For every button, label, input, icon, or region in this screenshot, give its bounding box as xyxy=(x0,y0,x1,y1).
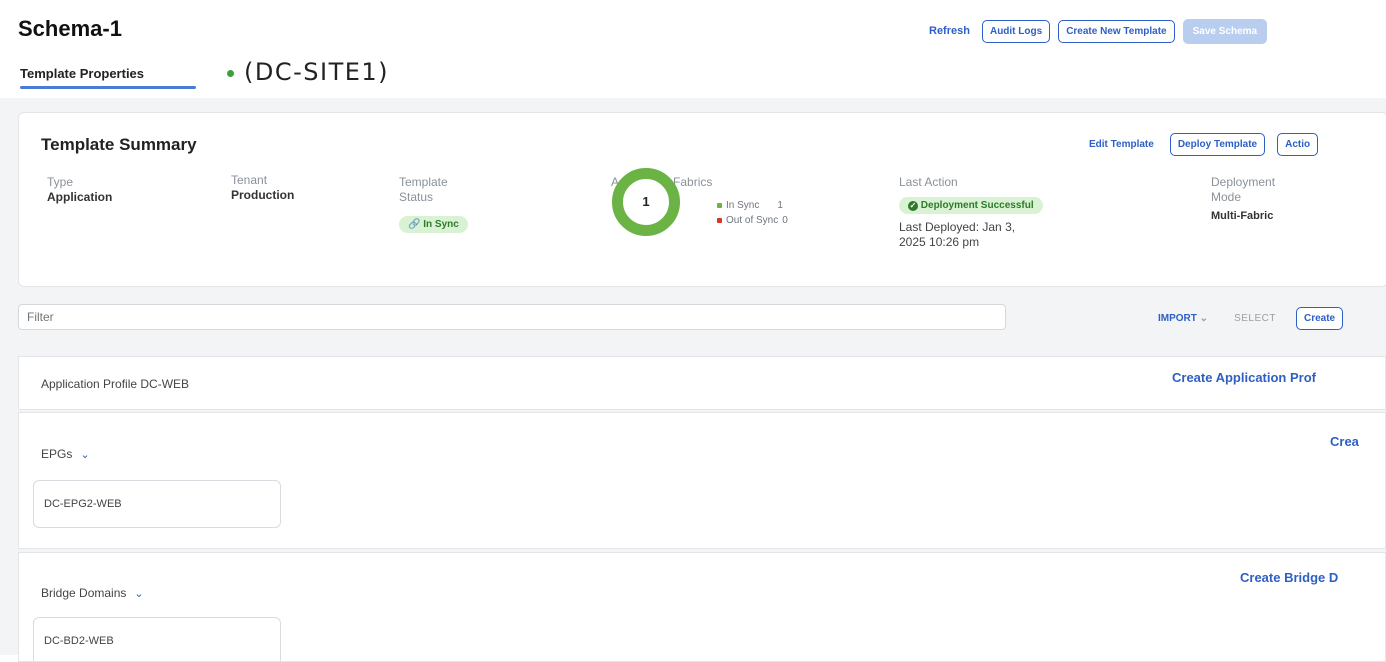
tenant-field: Tenant Production xyxy=(231,173,294,203)
summary-title: Template Summary xyxy=(41,135,197,154)
type-field: Type Application xyxy=(47,175,112,205)
last-action-label: Last Action xyxy=(899,175,958,189)
filter-actions: IMPORT ⌄ SELECT Create xyxy=(1152,304,1344,332)
deploy-mode-value: Multi-Fabric xyxy=(1211,210,1274,222)
header-actions: Refresh Audit Logs Create New Template S… xyxy=(925,18,1268,44)
save-schema-button[interactable]: Save Schema xyxy=(1182,18,1268,44)
legend-out-of-sync: Out of Sync 0 xyxy=(717,215,788,226)
page-title: Schema-1 xyxy=(18,16,122,41)
audit-logs-button[interactable]: Audit Logs xyxy=(981,19,1051,43)
tenant-label: Tenant xyxy=(231,173,268,187)
epgs-section: EPGs ⌄ Crea DC-EPG2-WEB xyxy=(18,412,1386,549)
template-status-field: Template Status 🔗 In Sync xyxy=(399,175,468,233)
chevron-down-icon: ⌄ xyxy=(134,588,144,600)
legend-in-sync: In Sync 1 xyxy=(717,200,788,211)
status-label-line2: Status xyxy=(399,190,434,204)
status-badge: 🔗 In Sync xyxy=(399,216,468,233)
bridge-domains-section: Bridge Domains ⌄ Create Bridge D DC-BD2-W… xyxy=(18,552,1386,662)
out-of-sync-value: 0 xyxy=(782,215,788,226)
tab-template-properties[interactable]: Template Properties xyxy=(20,66,144,81)
in-sync-dot xyxy=(717,203,722,208)
epg-card[interactable]: DC-EPG2-WEB xyxy=(33,480,281,528)
create-epg-link[interactable]: Crea xyxy=(1330,434,1359,449)
check-circle-icon: ✓ xyxy=(908,201,918,211)
site-label: (DC-SITE1) xyxy=(244,58,390,86)
type-value: Application xyxy=(47,190,113,204)
site-status-dot xyxy=(227,70,234,77)
create-button[interactable]: Create xyxy=(1295,306,1344,330)
template-summary-card: Template Summary Edit Template Deploy Te… xyxy=(18,112,1386,287)
out-of-sync-dot xyxy=(717,218,722,223)
status-label-line1: Template xyxy=(399,175,448,189)
chevron-down-icon: ⌄ xyxy=(80,449,90,461)
select-button[interactable]: SELECT xyxy=(1228,312,1282,325)
last-action-field: Last Action ✓ Deployment Successful Last… xyxy=(899,175,1043,250)
deployment-mode-field: Deployment Mode Multi-Fabric xyxy=(1211,175,1275,224)
bridge-domain-card[interactable]: DC-BD2-WEB xyxy=(33,617,281,661)
last-deployed-line2: 2025 10:26 pm xyxy=(899,235,980,249)
in-sync-value: 1 xyxy=(777,200,783,211)
app-profile-title: Application Profile DC-WEB xyxy=(41,377,190,391)
deploy-mode-label-line2: Mode xyxy=(1211,190,1242,204)
summary-actions: Edit Template Deploy Template Actio xyxy=(1085,133,1319,156)
create-new-template-button[interactable]: Create New Template xyxy=(1058,19,1175,43)
deploy-mode-label-line1: Deployment xyxy=(1211,175,1276,189)
import-dropdown[interactable]: IMPORT ⌄ xyxy=(1152,312,1214,325)
fabrics-legend: In Sync 1 Out of Sync 0 xyxy=(717,200,788,226)
filter-input[interactable] xyxy=(18,304,1006,330)
bridge-domains-header[interactable]: Bridge Domains ⌄ xyxy=(41,586,144,600)
bridge-domains-title: Bridge Domains xyxy=(41,586,127,600)
last-deployed-line1: Last Deployed: Jan 3, xyxy=(899,220,1016,234)
tenant-value: Production xyxy=(231,188,295,202)
last-action-badge: ✓ Deployment Successful xyxy=(899,197,1043,214)
chevron-down-icon: ⌄ xyxy=(1199,312,1209,324)
refresh-button[interactable]: Refresh xyxy=(925,25,974,37)
import-label: IMPORT xyxy=(1158,312,1197,324)
create-bridge-domain-link[interactable]: Create Bridge D xyxy=(1240,570,1338,585)
type-label: Type xyxy=(47,175,74,189)
create-app-profile-link[interactable]: Create Application Prof xyxy=(1172,370,1316,385)
last-action-text: Deployment Successful xyxy=(920,200,1034,211)
link-icon: 🔗 xyxy=(408,219,421,230)
in-sync-label: In Sync xyxy=(726,200,760,211)
deploy-template-button[interactable]: Deploy Template xyxy=(1169,133,1266,156)
fabrics-count: 1 xyxy=(642,194,650,209)
epgs-title: EPGs xyxy=(41,447,73,461)
status-badge-text: In Sync xyxy=(423,219,459,230)
application-profile-section: Application Profile DC-WEB Create Applic… xyxy=(18,356,1386,410)
edit-template-button[interactable]: Edit Template xyxy=(1085,139,1158,150)
epgs-header[interactable]: EPGs ⌄ xyxy=(41,447,90,461)
out-of-sync-label: Out of Sync xyxy=(726,215,779,226)
active-tab-indicator xyxy=(20,86,196,89)
actions-button[interactable]: Actio xyxy=(1277,133,1319,156)
